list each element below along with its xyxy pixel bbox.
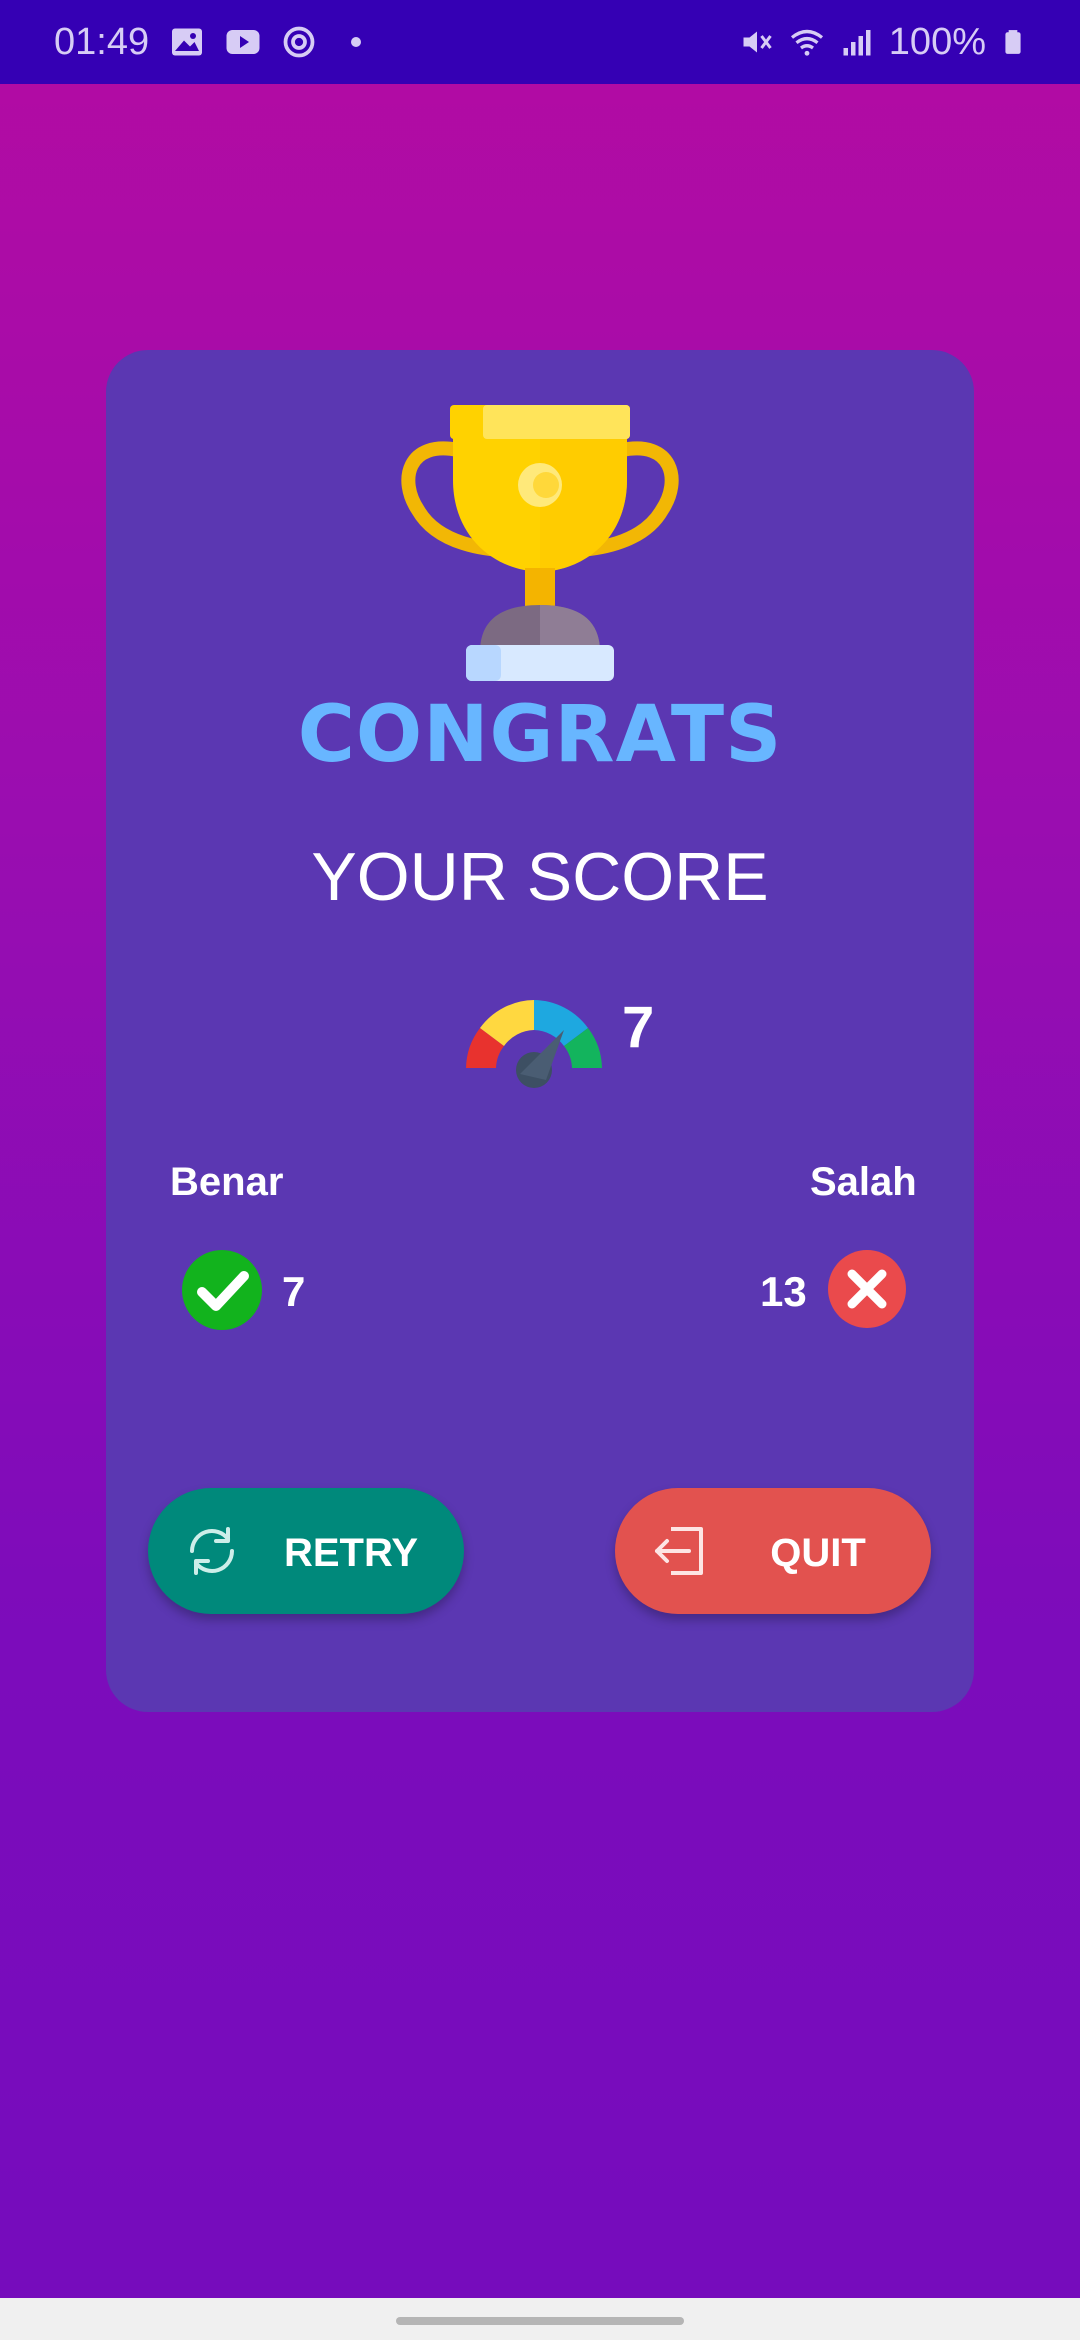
correct-count: 7 — [282, 1268, 306, 1315]
battery-icon — [1005, 30, 1021, 54]
clock: 01:49 — [54, 20, 150, 63]
correct-label: Benar — [170, 1160, 284, 1204]
sync-icon — [283, 26, 315, 58]
wrong-count: 13 — [760, 1268, 807, 1315]
close-circle-icon — [828, 1250, 906, 1328]
home-gesture-handle[interactable] — [396, 2317, 684, 2325]
youtube-icon — [226, 30, 260, 54]
status-bar: 01:49 100% — [0, 0, 1080, 84]
wrong-label: Salah — [810, 1160, 917, 1204]
quit-label: QUIT — [770, 1531, 866, 1575]
status-left: 01:49 — [54, 20, 362, 64]
wifi-icon — [790, 29, 823, 56]
image-icon — [172, 28, 203, 56]
battery-percent: 100% — [888, 20, 986, 63]
mute-icon — [743, 31, 772, 53]
retry-button[interactable]: RETRY — [148, 1488, 464, 1614]
status-right: 100% — [739, 21, 1026, 64]
score-value: 7 — [622, 995, 655, 1060]
check-circle-icon — [182, 1250, 262, 1330]
retry-label: RETRY — [283, 1531, 419, 1575]
score-heading: YOUR SCORE — [311, 839, 769, 915]
congrats-title: CONGRATS — [297, 690, 783, 780]
signal-icon — [843, 30, 871, 56]
notification-dot-icon — [351, 37, 362, 47]
quit-button[interactable]: QUIT — [615, 1488, 931, 1614]
gauge-icon — [466, 1000, 602, 1088]
trophy-icon — [401, 405, 679, 681]
